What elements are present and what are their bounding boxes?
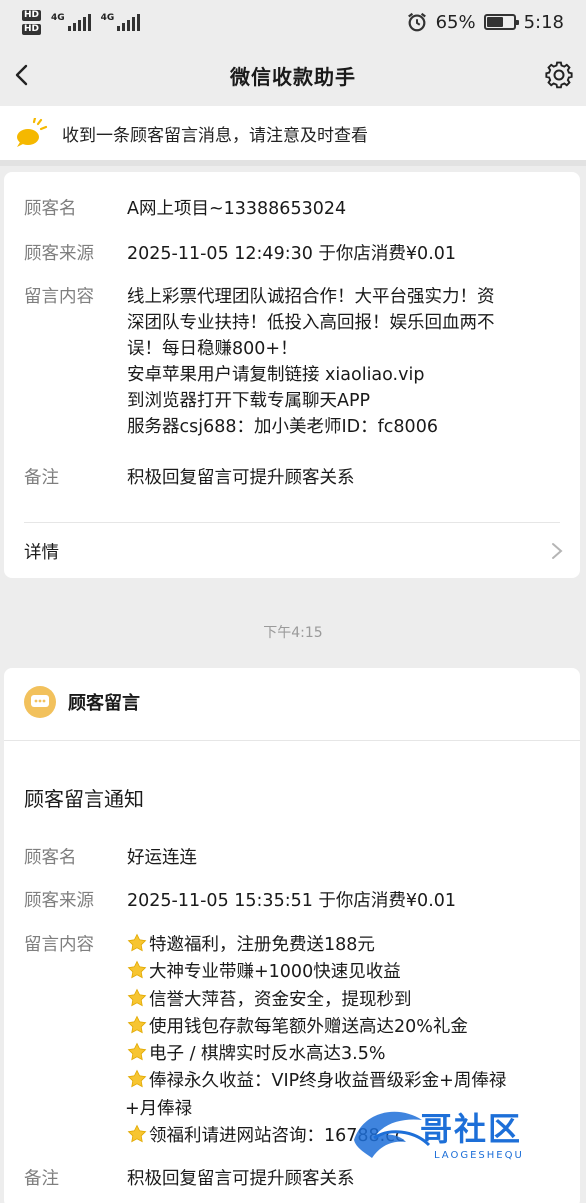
status-bar: HD HD 4G 4G 65% 5:18 [0, 0, 586, 44]
watermark-text: 哥社区 [420, 1110, 523, 1148]
battery-fill [486, 17, 504, 27]
divider [4, 740, 580, 741]
row-label: 顾客来源 [24, 244, 94, 264]
customer-source-row: 顾客来源 2025-11-05 15:35:51 于你店消费¥0.01 [24, 888, 560, 914]
row-label: 备注 [24, 468, 59, 488]
customer-source: 2025-11-05 12:49:30 于你店消费¥0.01 [127, 244, 457, 264]
signal-icon: 4G [51, 13, 91, 31]
hd-indicators: HD HD [22, 9, 42, 35]
nav-bar: 微信收款助手 [0, 44, 586, 106]
row-label: 留言内容 [24, 287, 94, 307]
notice-banner[interactable]: 收到一条顾客留言消息，请注意及时查看 [0, 106, 586, 166]
star-icon [127, 960, 147, 979]
message-line: 安卓苹果用户请复制链接 xiaoliao.vip [127, 365, 425, 385]
star-icon [127, 1015, 147, 1034]
star-icon [127, 988, 147, 1006]
battery-percent: 65% [435, 11, 476, 33]
message-line: 服务器csj688：加小美老师ID：fc8006 [127, 417, 438, 437]
row-label: 顾客名 [24, 848, 77, 868]
battery-icon [483, 14, 519, 30]
star-icon [127, 1070, 147, 1088]
message-line: 特邀福利，注册免费送188元 [127, 932, 506, 959]
status-left: HD HD 4G 4G [22, 9, 141, 35]
message-line: 俸禄永久收益：VIP终身收益晋级彩金+周俸禄 [127, 1068, 506, 1095]
hd-badge: HD [22, 23, 42, 35]
bell-icon [17, 118, 48, 147]
remark-text: 积极回复留言可提升顾客关系 [127, 468, 355, 488]
message-text: 电子 / 棋牌实时反水高达3.5% [149, 1044, 386, 1065]
card-header: 顾客留言 [24, 686, 140, 718]
message-bubble-icon [24, 686, 56, 718]
message-line: 电子 / 棋牌实时反水高达3.5% [127, 1041, 506, 1068]
message-line: 使用钱包存款每笔额外赠送高达20%礼金 [127, 1014, 506, 1041]
message-line: 到浏览器打开下载专属聊天APP [127, 391, 371, 411]
status-right: 65% 5:18 [406, 11, 564, 33]
signal-icon: 4G [101, 13, 141, 31]
message-text: 俸禄永久收益：VIP终身收益晋级彩金+周俸禄 [149, 1071, 507, 1092]
customer-name-row: 顾客名 A网上项目~13388653024 [24, 196, 560, 222]
customer-source-row: 顾客来源 2025-11-05 12:49:30 于你店消费¥0.01 [24, 241, 560, 267]
card-title: 顾客留言 [68, 693, 140, 714]
message-text: 大神专业带赚+1000快速见收益 [149, 962, 401, 983]
chevron-right-icon [552, 543, 563, 559]
customer-name: 好运连连 [127, 848, 197, 868]
network-type: 4G [51, 13, 65, 23]
clock: 5:18 [523, 11, 564, 33]
message-line: 误！每日稳赚800+！ [127, 339, 298, 359]
watermark-subtext: LAOGESHEQU [434, 1150, 524, 1161]
star-icon [127, 1124, 147, 1143]
gear-icon[interactable] [542, 58, 576, 92]
message-line: 深团队专业扶持！低投入高回报！娱乐回血两不 [127, 313, 495, 333]
message-text: 信誉大萍苔，资金安全，提现秒到 [149, 989, 412, 1010]
customer-source: 2025-11-05 15:35:51 于你店消费¥0.01 [127, 891, 457, 911]
details-link[interactable]: 详情 [24, 536, 564, 566]
divider [24, 522, 560, 523]
message-line: 线上彩票代理团队诚招合作！大平台强实力！资 [127, 287, 495, 307]
watermark-logo: 哥社区 LAOGESHEQU [340, 1100, 580, 1180]
customer-name: A网上项目~13388653024 [127, 199, 347, 219]
row-label: 备注 [24, 1169, 59, 1189]
star-icon [127, 1042, 147, 1061]
row-label: 顾客来源 [24, 891, 94, 911]
row-label: 顾客名 [24, 199, 77, 219]
notice-text: 收到一条顾客留言消息，请注意及时查看 [62, 125, 368, 146]
message-content-row: 留言内容 线上彩票代理团队诚招合作！大平台强实力！资 深团队专业扶持！低投入高回… [24, 284, 560, 440]
remark-text: 积极回复留言可提升顾客关系 [127, 1169, 355, 1189]
message-text: 使用钱包存款每笔额外赠送高达20%礼金 [149, 1016, 468, 1037]
message-card: 顾客名 A网上项目~13388653024 顾客来源 2025-11-05 12… [4, 172, 580, 578]
message-text: 特邀福利，注册免费送188元 [149, 935, 375, 955]
remark-row: 备注 积极回复留言可提升顾客关系 [24, 465, 560, 491]
row-label: 留言内容 [24, 935, 94, 955]
customer-name-row: 顾客名 好运连连 [24, 845, 560, 871]
message-line: 大神专业带赚+1000快速见收益 [127, 959, 506, 986]
star-icon [127, 933, 147, 952]
hd-badge: HD [22, 9, 42, 21]
notify-title: 顾客留言通知 [24, 787, 144, 811]
message-content: 线上彩票代理团队诚招合作！大平台强实力！资 深团队专业扶持！低投入高回报！娱乐回… [127, 284, 495, 440]
network-type: 4G [100, 13, 115, 23]
chevron-left-icon[interactable] [6, 58, 40, 92]
details-label: 详情 [24, 542, 59, 563]
time-separator: 下午4:15 [263, 625, 323, 641]
page-title: 微信收款助手 [230, 64, 356, 89]
alarm-icon [407, 12, 426, 32]
message-line: 信誉大萍苔，资金安全，提现秒到 [127, 987, 506, 1014]
